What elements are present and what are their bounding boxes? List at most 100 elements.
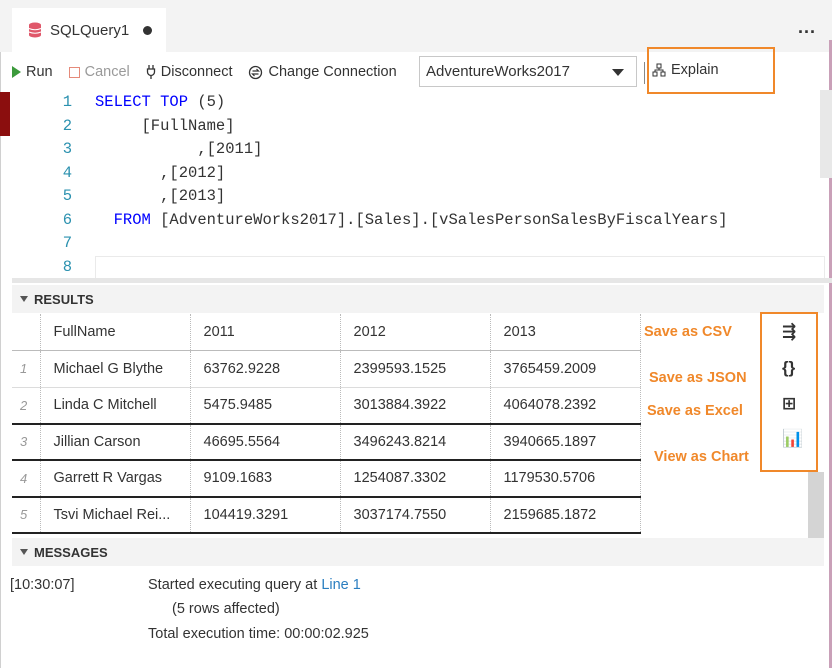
grid-cell[interactable]: Jillian Carson	[40, 423, 191, 461]
code-line[interactable]: ,[2011]	[95, 140, 262, 158]
save-as-json-icon[interactable]: {}	[782, 358, 795, 378]
play-icon	[12, 66, 21, 78]
disconnect-button[interactable]: Disconnect	[146, 64, 233, 80]
grid-cell[interactable]: 9109.1683	[190, 460, 341, 498]
code-token: (5)	[197, 93, 226, 111]
save-as-json-annotation: Save as JSON	[649, 370, 747, 386]
code-token: [FullName]	[95, 116, 235, 135]
line-number: 3	[62, 140, 72, 158]
row-number: 1	[12, 350, 41, 388]
results-header-label: RESULTS	[34, 291, 94, 307]
editor-splitter[interactable]	[12, 278, 832, 283]
save-as-excel-icon[interactable]: ⊞	[782, 394, 796, 414]
messages-header[interactable]: MESSAGES	[12, 538, 824, 566]
grid-cell[interactable]: 3037174.7550	[340, 496, 491, 534]
grid-cell[interactable]: Michael G Blythe	[40, 350, 191, 388]
more-actions-button[interactable]: ...	[798, 17, 816, 38]
line-number: 1	[62, 93, 72, 111]
tab-title: SQLQuery1	[50, 21, 130, 39]
change-connection-button[interactable]: Change Connection	[248, 64, 397, 80]
code-line[interactable]: [FullName]	[95, 117, 235, 135]
collapse-icon	[20, 549, 28, 555]
database-icon	[28, 22, 42, 38]
grid-cell[interactable]: Tsvi Michael Rei...	[40, 496, 191, 534]
results-scrollbar[interactable]	[808, 472, 824, 538]
row-number: 2	[12, 387, 41, 425]
grid-cell[interactable]: Linda C Mitchell	[40, 387, 191, 425]
grid-cell[interactable]: 3765459.2009	[490, 350, 641, 388]
change-connection-label: Change Connection	[268, 64, 397, 80]
sql-keyword: SELECT TOP	[95, 93, 198, 111]
code-line[interactable]: SELECT TOP (5)	[95, 93, 225, 111]
code-line[interactable]: FROM [AdventureWorks2017].[Sales].[vSale…	[95, 211, 728, 229]
left-accent-bar	[0, 92, 10, 136]
code-token: ,[2012]	[95, 163, 226, 182]
grid-cell[interactable]: 46695.5564	[190, 423, 341, 461]
grid-cell[interactable]: 5475.9485	[190, 387, 341, 425]
run-label: Run	[26, 64, 53, 80]
grid-cell[interactable]: Garrett R Vargas	[40, 460, 191, 498]
column-header[interactable]: FullName	[40, 314, 191, 351]
editor-scrollbar[interactable]	[820, 90, 832, 178]
grid-cell[interactable]: 3013884.3922	[340, 387, 491, 425]
line-number: 4	[62, 163, 72, 182]
row-number: 5	[12, 496, 41, 534]
grid-cell[interactable]: 63762.9228	[190, 350, 341, 388]
table-row[interactable]: 4 Garrett R Vargas 9109.1683 1254087.330…	[12, 460, 641, 498]
line-link[interactable]: Line 1	[321, 577, 361, 593]
table-row[interactable]: 5 Tsvi Michael Rei... 104419.3291 303717…	[12, 496, 641, 534]
grid-header-row: FullName 2011 2012 2013	[12, 314, 641, 351]
query-toolbar: Run Cancel Disconnect Change Connection	[12, 56, 397, 88]
grid-cell[interactable]: 1179530.5706	[490, 460, 641, 498]
view-as-chart-annotation: View as Chart	[654, 449, 749, 465]
change-connection-icon	[249, 65, 263, 79]
message-started: Started executing query at Line 1	[148, 577, 361, 593]
results-header[interactable]: RESULTS	[12, 285, 824, 313]
database-select[interactable]: AdventureWorks2017	[419, 56, 637, 87]
grid-cell[interactable]: 3496243.8214	[340, 423, 491, 461]
explain-highlight-box	[647, 47, 775, 94]
code-line[interactable]: ,[2012]	[95, 164, 225, 182]
grid-cell[interactable]: 4064078.2392	[490, 387, 641, 425]
grid-cell[interactable]: 3940665.1897	[490, 423, 641, 461]
view-as-chart-icon[interactable]: 📊	[782, 429, 803, 449]
grid-cell[interactable]: 2399593.1525	[340, 350, 491, 388]
table-row[interactable]: 2 Linda C Mitchell 5475.9485 3013884.392…	[12, 387, 641, 425]
row-number: 3	[12, 423, 41, 461]
results-grid: FullName 2011 2012 2013 1 Michael G Blyt…	[12, 314, 641, 534]
grid-cell[interactable]: 1254087.3302	[340, 460, 491, 498]
table-row[interactable]: 3 Jillian Carson 46695.5564 3496243.8214…	[12, 423, 641, 461]
code-token: [AdventureWorks2017].[Sales].[vSalesPers…	[160, 210, 728, 229]
messages-header-label: MESSAGES	[34, 544, 108, 560]
line-number: 6	[62, 210, 72, 229]
column-header[interactable]: 2012	[340, 314, 491, 351]
disconnect-label: Disconnect	[160, 64, 233, 80]
message-rows-affected: (5 rows affected)	[172, 601, 280, 617]
line-number: 8	[62, 257, 72, 276]
message-timestamp: [10:30:07]	[10, 577, 75, 593]
column-header[interactable]: 2011	[190, 314, 341, 351]
line-number: 5	[62, 187, 72, 205]
top-band	[0, 0, 832, 8]
code-editor[interactable]: 1 SELECT TOP (5) 2 [FullName] 3 ,[2011] 4 ,[…	[12, 90, 826, 280]
current-line-highlight	[95, 256, 825, 280]
message-total-time: Total execution time: 00:00:02.925	[148, 626, 369, 642]
code-line[interactable]: ,[2013]	[95, 187, 225, 205]
save-as-excel-annotation: Save as Excel	[647, 403, 743, 419]
unsaved-dot-icon	[143, 25, 153, 35]
save-as-csv-annotation: Save as CSV	[644, 324, 732, 340]
line-number: 7	[62, 234, 72, 252]
cancel-button[interactable]: Cancel	[68, 64, 130, 80]
table-row[interactable]: 1 Michael G Blythe 63762.9228 2399593.15…	[12, 350, 641, 388]
code-token: ,[2011]	[95, 140, 263, 158]
tab-sqlquery1[interactable]: SQLQuery1	[12, 8, 166, 52]
result-actions-highlight-box: ⇶ {} ⊞ 📊	[760, 312, 818, 472]
grid-cell[interactable]: 2159685.1872	[490, 496, 641, 534]
toolbar-divider	[644, 62, 645, 84]
database-select-value: AdventureWorks2017	[426, 63, 570, 80]
collapse-icon	[20, 296, 28, 302]
column-header[interactable]: 2013	[490, 314, 641, 351]
run-button[interactable]: Run	[12, 64, 53, 80]
save-as-csv-icon[interactable]: ⇶	[782, 322, 796, 342]
grid-cell[interactable]: 104419.3291	[190, 496, 341, 534]
